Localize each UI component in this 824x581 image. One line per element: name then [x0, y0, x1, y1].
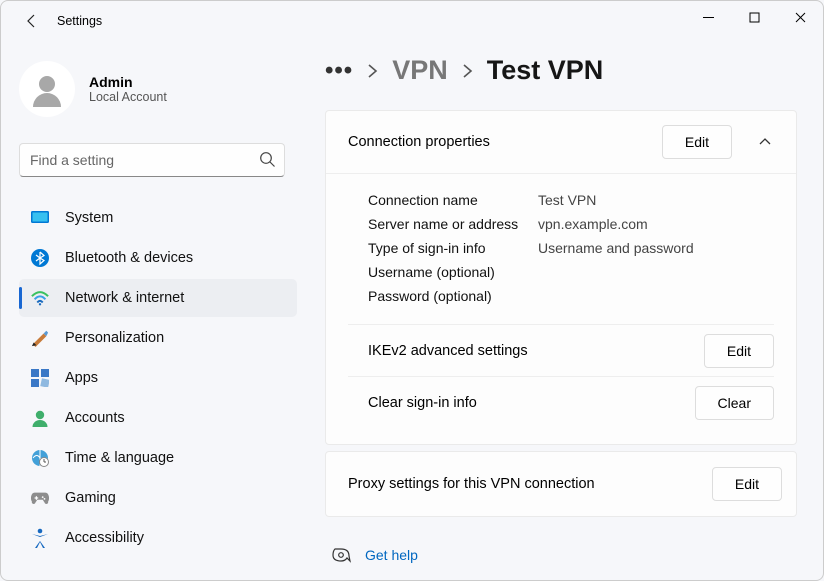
property-value: vpn.example.com [538, 212, 648, 236]
minimize-button[interactable] [685, 1, 731, 33]
breadcrumb-parent[interactable]: VPN [392, 55, 448, 86]
nav-list: System Bluetooth & devices Network & inter… [19, 199, 299, 559]
breadcrumb-overflow[interactable]: ••• [325, 57, 353, 85]
chevron-right-icon [367, 63, 378, 79]
sidebar-item-label: Accessibility [65, 530, 144, 546]
bluetooth-icon [31, 249, 49, 267]
proxy-edit-button[interactable]: Edit [712, 467, 782, 501]
property-row: Username (optional) [368, 260, 774, 284]
system-icon [31, 209, 49, 227]
breadcrumb-current: Test VPN [487, 55, 604, 86]
property-row: Password (optional) [368, 284, 774, 308]
sidebar-item-label: Bluetooth & devices [65, 250, 193, 266]
window-title: Settings [57, 14, 102, 28]
user-subtext: Local Account [89, 90, 167, 104]
avatar [19, 61, 75, 117]
clear-signin-label: Clear sign-in info [368, 395, 695, 411]
sidebar-item-system[interactable]: System [19, 199, 297, 237]
property-label: Username (optional) [368, 260, 538, 284]
proxy-settings-title: Proxy settings for this VPN connection [348, 476, 712, 492]
sidebar-item-label: Network & internet [65, 290, 184, 306]
proxy-settings-card: Proxy settings for this VPN connection E… [325, 451, 797, 517]
get-help-link[interactable]: Get help [365, 547, 418, 563]
connection-properties-edit-button[interactable]: Edit [662, 125, 732, 159]
close-button[interactable] [777, 1, 823, 33]
user-block[interactable]: Admin Local Account [19, 61, 299, 117]
sidebar-item-accessibility[interactable]: Accessibility [19, 519, 297, 557]
property-label: Server name or address [368, 212, 538, 236]
main-content: ••• VPN Test VPN Connection properties E… [299, 41, 823, 580]
sidebar-item-gaming[interactable]: Gaming [19, 479, 297, 517]
ikev2-edit-button[interactable]: Edit [704, 334, 774, 368]
sidebar-item-personalization[interactable]: Personalization [19, 319, 297, 357]
help-icon [331, 545, 351, 565]
property-list: Connection nameTest VPNServer name or ad… [368, 188, 774, 308]
property-value: Test VPN [538, 188, 596, 212]
property-value: Username and password [538, 236, 694, 260]
sidebar-item-accounts[interactable]: Accounts [19, 399, 297, 437]
clear-signin-button[interactable]: Clear [695, 386, 774, 420]
sidebar-item-label: Time & language [65, 450, 174, 466]
apps-icon [31, 369, 49, 387]
property-label: Connection name [368, 188, 538, 212]
sidebar-item-label: System [65, 210, 113, 226]
connection-properties-title: Connection properties [348, 134, 662, 150]
get-help-row: Get help [325, 545, 797, 565]
collapse-button[interactable] [748, 125, 782, 159]
sidebar-item-apps[interactable]: Apps [19, 359, 297, 397]
property-row: Server name or addressvpn.example.com [368, 212, 774, 236]
sidebar-item-label: Gaming [65, 490, 116, 506]
sidebar: Admin Local Account System Bluetooth & de… [1, 41, 299, 580]
network-icon [31, 289, 49, 307]
chevron-right-icon [462, 63, 473, 79]
breadcrumb: ••• VPN Test VPN [325, 55, 797, 86]
sidebar-item-network[interactable]: Network & internet [19, 279, 297, 317]
personalization-icon [31, 329, 49, 347]
back-button[interactable] [21, 10, 43, 32]
search-input[interactable] [19, 143, 285, 177]
sidebar-item-label: Personalization [65, 330, 164, 346]
property-row: Type of sign-in infoUsername and passwor… [368, 236, 774, 260]
property-label: Password (optional) [368, 284, 538, 308]
window-controls [685, 1, 823, 33]
accessibility-icon [31, 529, 49, 547]
search-icon [259, 151, 276, 168]
property-row: Connection nameTest VPN [368, 188, 774, 212]
ikev2-label: IKEv2 advanced settings [368, 343, 704, 359]
sidebar-item-label: Apps [65, 370, 98, 386]
user-name: Admin [89, 74, 167, 90]
property-label: Type of sign-in info [368, 236, 538, 260]
connection-properties-card: Connection properties Edit Connection na… [325, 110, 797, 445]
sidebar-item-bluetooth[interactable]: Bluetooth & devices [19, 239, 297, 277]
time-icon [31, 449, 49, 467]
sidebar-item-label: Accounts [65, 410, 125, 426]
accounts-icon [31, 409, 49, 427]
sidebar-item-time[interactable]: Time & language [19, 439, 297, 477]
maximize-button[interactable] [731, 1, 777, 33]
gaming-icon [31, 489, 49, 507]
